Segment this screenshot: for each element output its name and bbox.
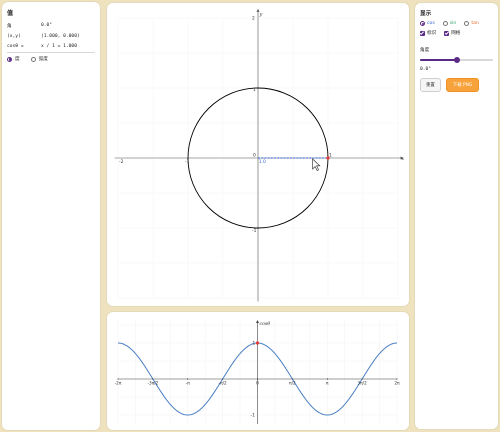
wave-tick-label: 0 [256,381,259,386]
angle-value: 0.0° [41,23,53,28]
xy-row: (x,y) (1.000, 0.000) [7,34,95,39]
wave-tick-label: π/2 [289,381,296,386]
wave-function-label: cosθ [260,321,271,327]
tick-label-x-1: 1 [329,153,332,159]
point-value-label: 1.0 [259,159,266,165]
angle-label: 角 [7,24,12,29]
divider [7,52,95,53]
wave-tick-label: 3π/2 [357,381,367,386]
grid-checkbox[interactable] [444,30,450,36]
angle-slider-thumb[interactable] [453,57,460,63]
y-axis-name: y [259,11,263,17]
xy-value: (1.000, 0.000) [41,34,80,39]
wave-tick-label: π [326,381,329,386]
func-cos-radio[interactable] [420,21,425,26]
wave-tick-label: -π [186,381,191,386]
cos-row: cosθ = x / 1 = 1.000 [7,44,95,49]
unit-radian-label[interactable]: 弧度 [39,56,48,62]
display-title: 显示 [420,11,432,17]
wave-tick-y-neg1: -1 [251,413,256,419]
cos-value: x / 1 = 1.000 [41,44,77,49]
xy-label: (x,y) [7,34,21,39]
x-axis-name: x [401,156,404,162]
unit-degree-label[interactable]: 度 [15,56,20,62]
tick-label-y-neg1: -1 [252,228,257,234]
angle-row: 角 0.0° [7,23,95,29]
angle-slider-fill [420,59,457,61]
angle-readout: 0.0° [420,67,432,72]
download-png-button[interactable]: 下载 PNG [445,78,480,92]
wave-tick-y-1: 1 [253,341,256,347]
values-title: 值 [7,10,14,17]
labels-checkbox-label[interactable]: 标识 [427,30,436,36]
func-tan-radio[interactable] [464,21,470,26]
cos-label: cosθ = [7,44,24,49]
origin-label: 0 [253,153,256,159]
func-tan-label[interactable]: tan [471,21,479,26]
labels-checkbox[interactable] [420,30,425,36]
tick-label-x-neg1: -1 [185,159,190,165]
wave-tick-label: -2π [115,381,122,386]
angle-slider[interactable] [420,57,493,63]
unit-circle-panel[interactable]: x y -2 2 -1 1 1 -1 0 1.0 [107,3,409,306]
unit-degree-radio[interactable] [7,56,12,62]
func-sin-radio[interactable] [442,21,448,26]
unit-radio-group: 度 弧度 [7,56,95,62]
func-cos-label[interactable]: cos [427,21,435,26]
unit-radian-radio[interactable] [30,56,36,62]
action-buttons: 重置 下载 PNG [420,78,493,92]
func-sin-label[interactable]: sin [450,21,457,26]
option-checkboxes: 标识 网格 [420,30,493,36]
function-radio-group: cos sin tan [420,21,493,26]
unit-circle-canvas[interactable]: x y -2 2 -1 1 1 -1 0 1.0 [107,3,409,306]
wave-current-point [255,341,260,345]
values-panel: 值 角 0.0° (x,y) (1.000, 0.000) cosθ = x /… [2,2,100,430]
display-controls-panel: 显示 cos sin tan 标识 网格 角度 0.0° 重置 下载 PNG [415,3,498,429]
angle-title: 角度 [420,48,430,53]
tick-label-y-1: 1 [253,87,256,93]
reset-button[interactable]: 重置 [420,78,441,92]
wave-tick-label: -3π/2 [147,381,158,386]
wave-tick-label: 2π [394,381,400,386]
tick-label-y-2: 2 [252,16,255,22]
tick-label-x-neg2: -2 [119,159,124,165]
grid-checkbox-label[interactable]: 网格 [451,30,460,36]
mouse-cursor-icon [312,158,321,171]
cos-wave-panel: -2π -3π/2 -π -π/2 0 π/2 π 3π/2 2π cosθ 1 -1 [107,312,409,430]
wave-tick-label: -π/2 [219,381,227,386]
cos-wave-canvas: -2π -3π/2 -π -π/2 0 π/2 π 3π/2 2π cosθ 1 -1 [115,320,400,424]
